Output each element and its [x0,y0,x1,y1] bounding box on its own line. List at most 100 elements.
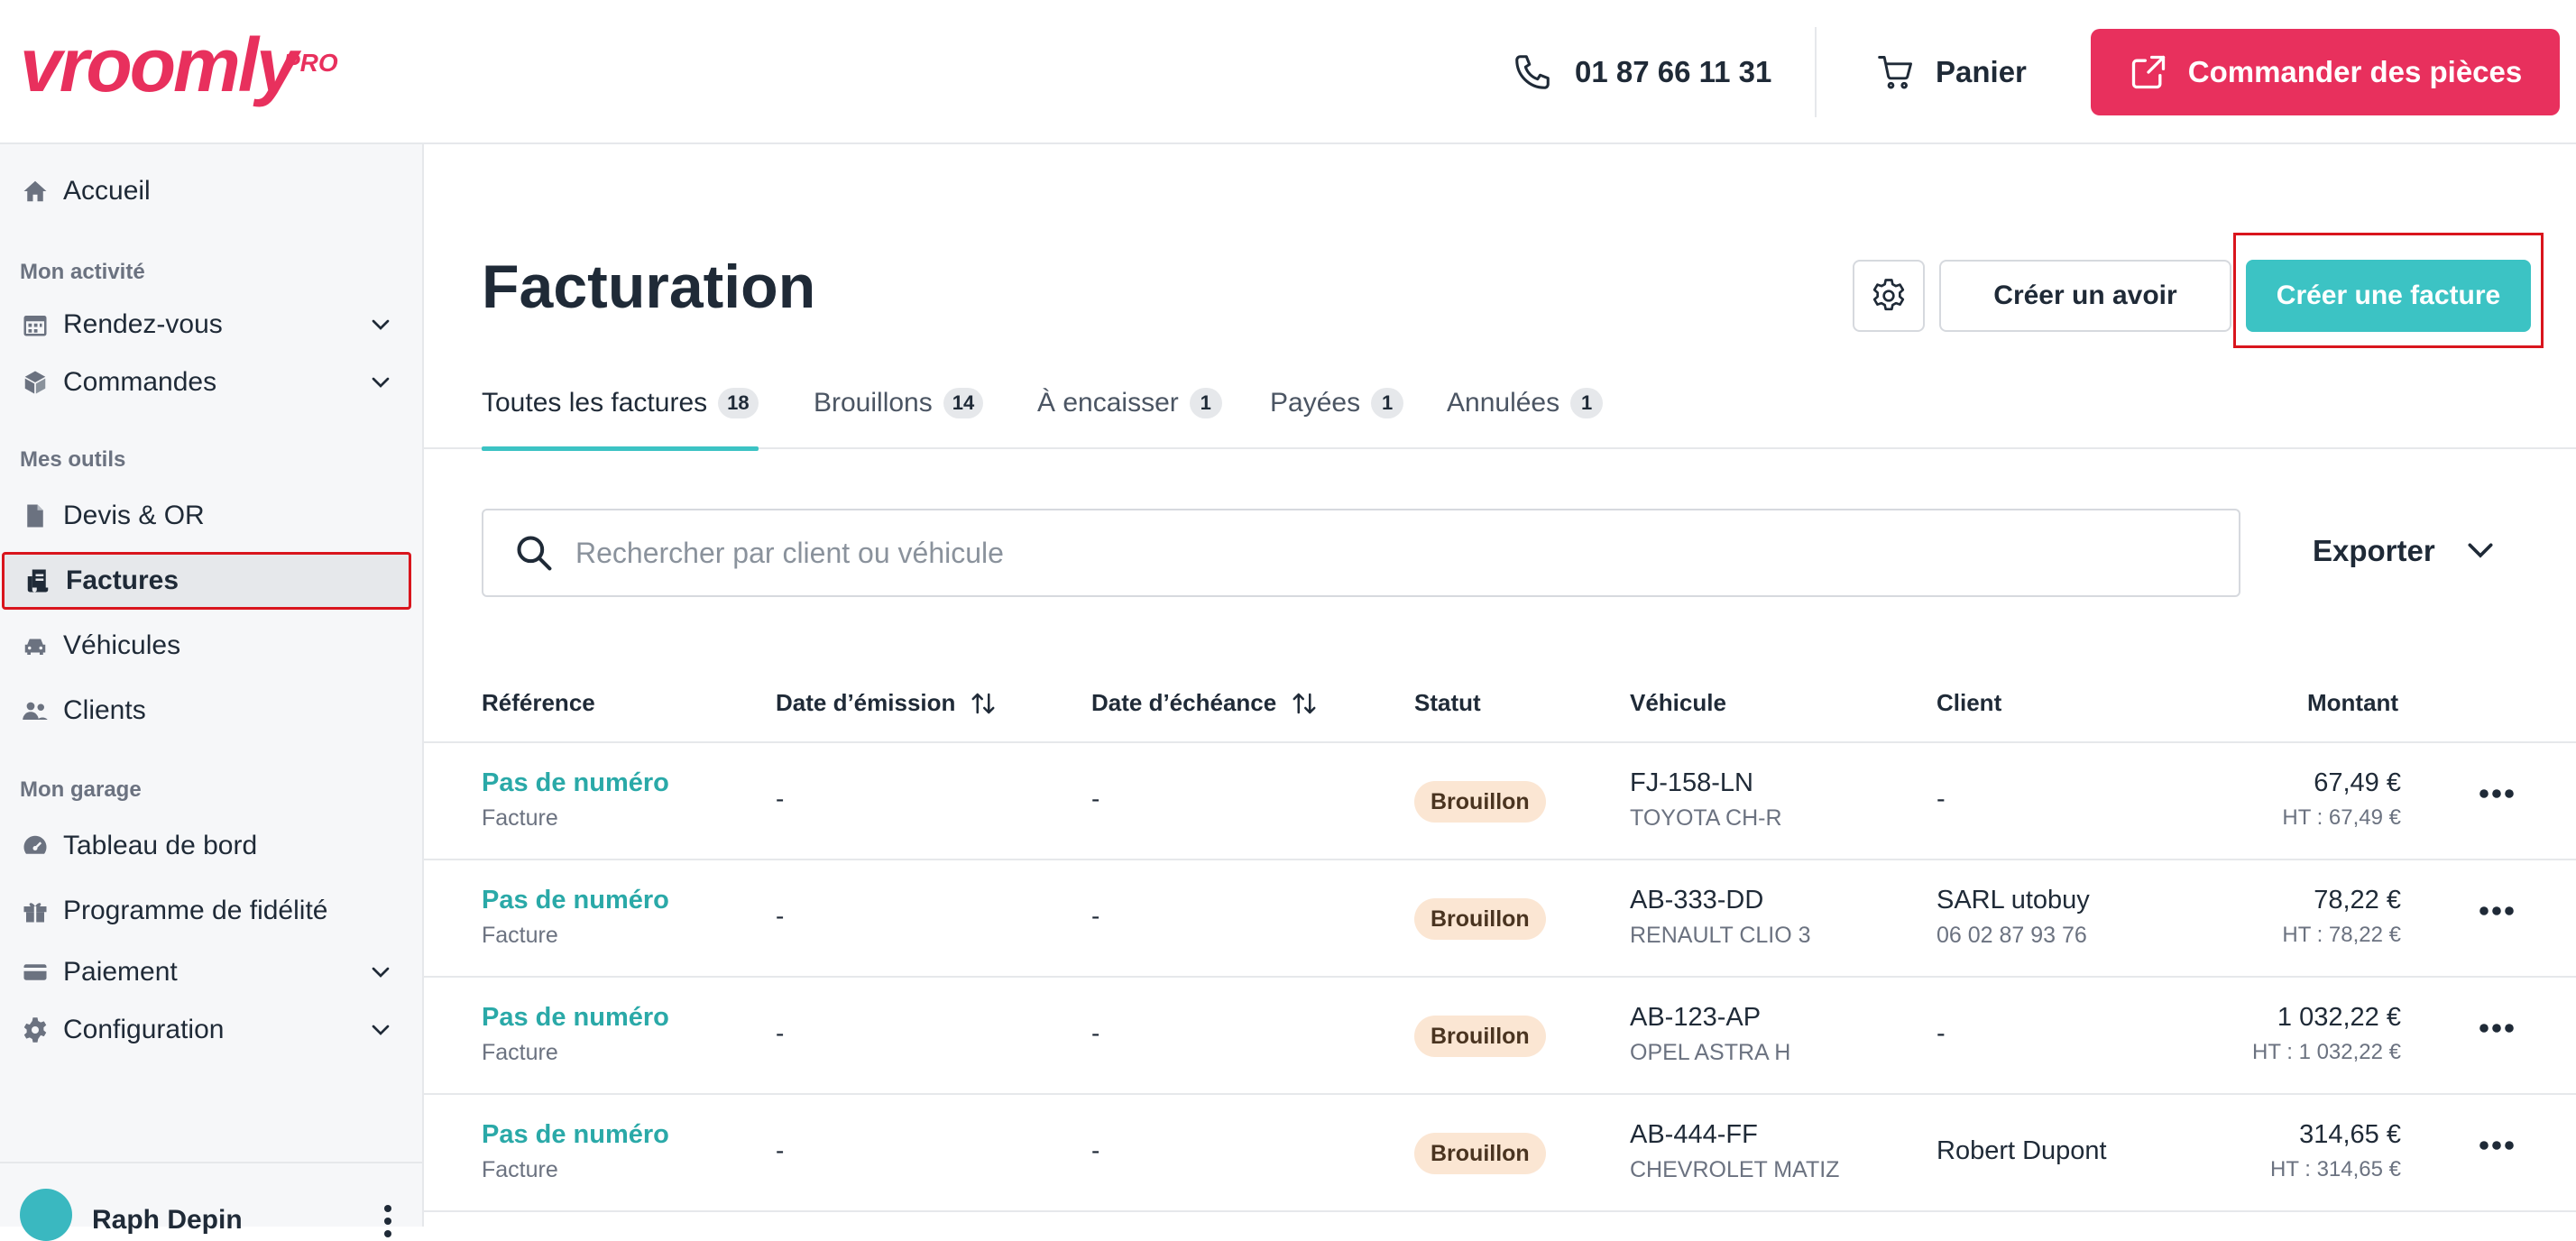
more-vertical-icon[interactable] [382,1203,393,1239]
sort-icon[interactable] [1291,690,1318,717]
due-date: - [1091,1019,1100,1047]
sidebar-item-dashboard[interactable]: Tableau de bord [0,819,415,873]
tab-label: À encaisser [1037,388,1179,418]
header-divider [1815,27,1817,117]
column-header-vehicle: Véhicule [1630,689,1726,717]
more-horizontal-icon[interactable] [2479,905,2515,916]
sidebar-item-home[interactable]: Accueil [0,164,415,218]
client-name: - [1937,785,1946,814]
sidebar-item-loyalty[interactable]: Programme de fidélité [0,884,415,938]
amount-cell: 1 032,22 € HT : 1 032,22 € [2112,1003,2401,1065]
vehicle-model: TOYOTA CH-R [1630,805,1782,831]
reference-link[interactable]: Pas de numéro [482,1003,669,1033]
settings-button[interactable] [1853,260,1925,332]
sidebar-item-orders[interactable]: Commandes [0,355,415,409]
sidebar-item-vehicles[interactable]: Véhicules [0,619,415,673]
sidebar-item-invoices[interactable]: Factures [2,552,411,610]
chevron-down-icon[interactable] [366,310,395,339]
client-name: Robert Dupont [1937,1136,2107,1165]
amount-cell: 78,22 € HT : 78,22 € [2112,886,2401,948]
reference-cell[interactable]: Pas de numéro Facture [482,886,669,949]
chevron-down-icon[interactable] [366,958,395,987]
gear-icon [20,1015,51,1045]
due-date: - [1091,902,1100,930]
vehicle-cell: AB-123-AP OPEL ASTRA H [1630,1003,1790,1066]
column-label: Montant [2307,689,2399,716]
vehicle-cell: AB-444-FF CHEVROLET MATIZ [1630,1120,1839,1183]
cart-link[interactable]: Panier [1876,47,2027,97]
tab-cancelled[interactable]: Annulées 1 [1447,388,1604,449]
tab-all-invoices[interactable]: Toutes les factures 18 [482,388,759,451]
count-badge: 1 [1189,388,1222,418]
document-type: Facture [482,805,558,831]
column-header-amount: Montant [2307,689,2398,717]
vehicle-model: RENAULT CLIO 3 [1630,923,1811,948]
chevron-down-icon[interactable] [366,368,395,397]
dashboard-icon [20,831,51,861]
more-horizontal-icon[interactable] [2479,1140,2515,1151]
order-parts-button[interactable]: Commander des pièces [2091,29,2560,115]
client-name: SARL utobuy [1937,886,2090,915]
user-panel[interactable]: Raph Depin [0,1162,422,1241]
more-horizontal-icon[interactable] [2479,788,2515,799]
phone-link[interactable]: 01 87 66 11 31 [1512,47,1771,97]
column-label: Client [1937,689,2002,716]
table-row[interactable]: Pas de numéro Facture - - Brouillon AB-1… [424,978,2576,1095]
sidebar-item-label: Devis & OR [63,501,205,530]
create-credit-note-button[interactable]: Créer un avoir [1939,260,2231,332]
sidebar-item-appointments[interactable]: Rendez-vous [0,298,415,352]
user-name: Raph Depin [92,1205,243,1235]
issue-date: - [776,902,785,930]
logo-pro-suffix: PRO [283,49,338,77]
client-cell: SARL utobuy 06 02 87 93 76 [1937,886,2090,949]
vehicle-model: CHEVROLET MATIZ [1630,1157,1840,1182]
tab-drafts[interactable]: Brouillons 14 [814,388,984,449]
amount-cell: 314,65 € HT : 314,65 € [2112,1120,2401,1182]
sidebar-item-label: Commandes [63,367,217,397]
client-phone: 06 02 87 93 76 [1937,923,2087,948]
chevron-down-icon [2462,533,2498,569]
status-badge: Brouillon [1414,898,1546,940]
gear-icon [1871,278,1907,314]
reference-link[interactable]: Pas de numéro [482,886,669,915]
sort-icon[interactable] [970,690,997,717]
license-plate: FJ-158-LN [1630,768,1753,797]
search-input[interactable] [575,536,2199,570]
chevron-down-icon[interactable] [366,1016,395,1044]
sidebar-item-configuration[interactable]: Configuration [0,1003,415,1057]
sidebar-item-clients[interactable]: Clients [0,684,415,738]
amount-cell: 67,49 € HT : 67,49 € [2112,768,2401,831]
reference-link[interactable]: Pas de numéro [482,1120,669,1150]
tab-to-collect[interactable]: À encaisser 1 [1037,388,1222,449]
reference-cell[interactable]: Pas de numéro Facture [482,1120,669,1183]
table-row[interactable]: Pas de numéro Facture - - Brouillon AB-3… [424,860,2576,978]
tab-paid[interactable]: Payées 1 [1270,388,1404,449]
invoice-tabs: Toutes les factures 18 Brouillons 14 À e… [424,379,2576,451]
phone-icon [1512,51,1553,93]
count-badge: 18 [718,388,759,418]
due-date: - [1091,785,1100,813]
reference-cell[interactable]: Pas de numéro Facture [482,768,669,832]
create-invoice-button[interactable]: Créer une facture [2246,260,2531,332]
vroomly-logo[interactable]: vroomly [20,27,299,103]
column-header-due-date[interactable]: Date d’échéance [1091,689,1318,717]
reference-cell[interactable]: Pas de numéro Facture [482,1003,669,1066]
sidebar-item-payment[interactable]: Paiement [0,945,415,999]
column-header-issue-date[interactable]: Date d’émission [776,689,997,717]
table-row[interactable]: Pas de numéro Facture - - Brouillon FJ-1… [424,743,2576,860]
document-type: Facture [482,923,558,948]
sidebar-item-quotes[interactable]: Devis & OR [0,489,415,543]
license-plate: AB-444-FF [1630,1120,1758,1149]
more-horizontal-icon[interactable] [2479,1023,2515,1034]
search-box[interactable] [482,509,2240,597]
cart-label: Panier [1936,55,2027,88]
users-icon [20,695,51,726]
column-label: Date d’échéance [1091,689,1277,716]
car-icon [20,630,51,661]
reference-link[interactable]: Pas de numéro [482,768,669,798]
sidebar-item-label: Configuration [63,1015,225,1044]
export-dropdown[interactable]: Exporter [2313,529,2498,574]
table-row[interactable]: Pas de numéro Facture - - Brouillon AB-4… [424,1095,2576,1212]
box-icon [20,367,51,398]
column-header-client: Client [1937,689,2001,717]
